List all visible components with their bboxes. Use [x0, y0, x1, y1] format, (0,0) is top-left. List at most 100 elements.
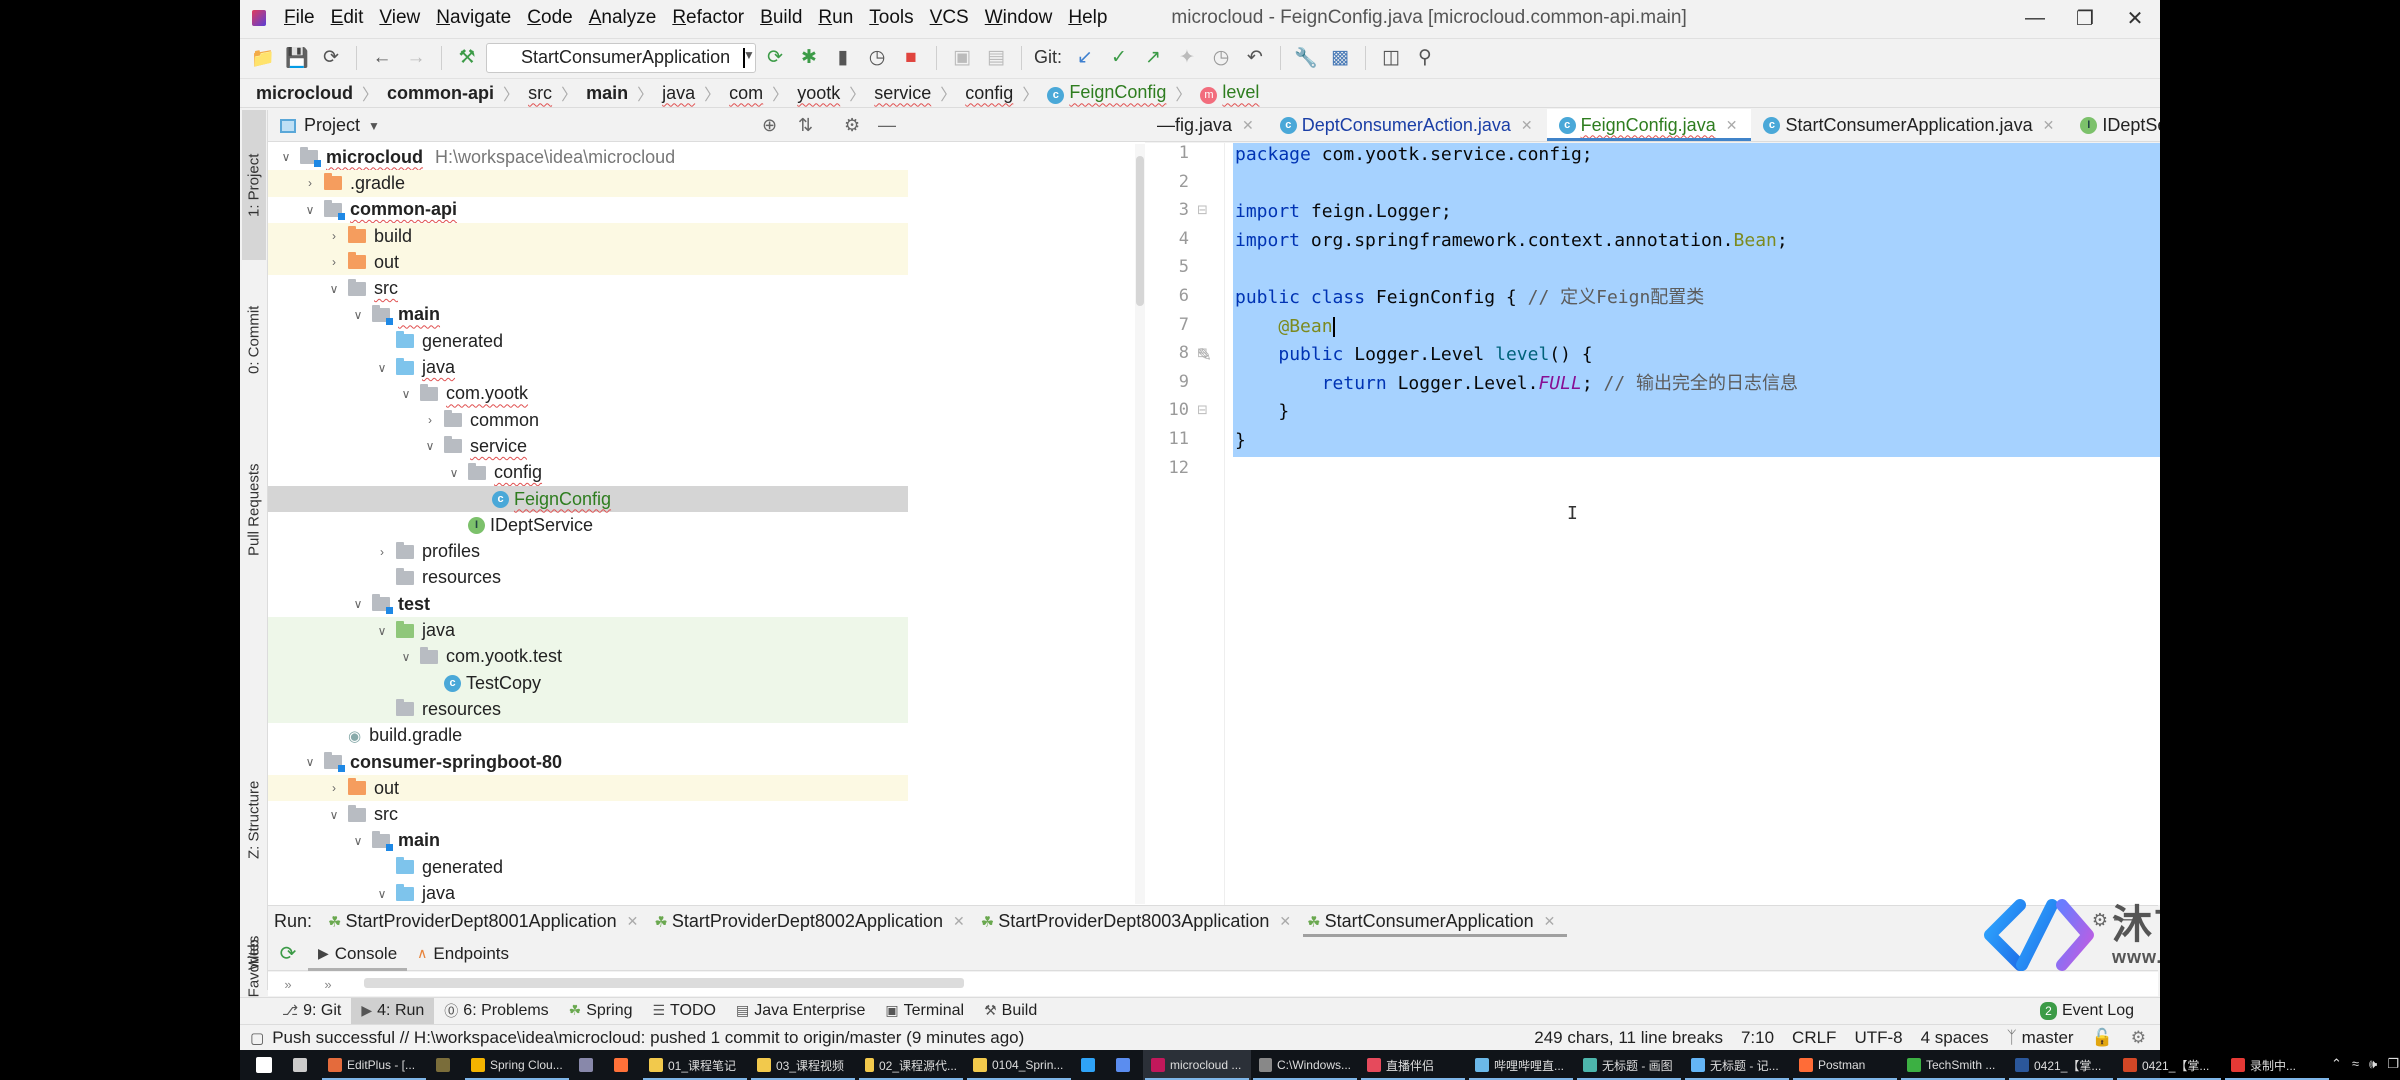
- chevron-right-icon[interactable]: ›: [374, 545, 390, 559]
- taskbar-item[interactable]: 无标题 - 记...: [1683, 1050, 1791, 1080]
- editor-tab[interactable]: c DeptConsumerAction.java ✕: [1268, 109, 1547, 141]
- code-editor[interactable]: package com.yootk.service.config; import …: [1225, 143, 2160, 905]
- taskbar-item[interactable]: [428, 1050, 463, 1080]
- status-message-icon[interactable]: ▢: [250, 1029, 264, 1047]
- menu-tools[interactable]: Tools: [861, 7, 921, 29]
- close-tab-icon[interactable]: ✕: [1726, 117, 1738, 134]
- override-gutter-icon[interactable]: ✎: [1197, 345, 1212, 366]
- run-tab[interactable]: ☘ StartConsumerApplication ✕: [1303, 906, 1568, 938]
- tree-node[interactable]: › build: [268, 222, 908, 250]
- fold-marker-icon[interactable]: ⊟: [1197, 202, 1208, 218]
- file-encoding[interactable]: UTF-8: [1854, 1028, 1902, 1048]
- menu-navigate[interactable]: Navigate: [428, 7, 519, 29]
- menu-edit[interactable]: Edit: [323, 7, 372, 29]
- project-view-selector[interactable]: Project: [304, 115, 360, 136]
- gear-icon[interactable]: ⚙: [844, 115, 860, 136]
- tree-node[interactable]: › profiles: [268, 539, 898, 565]
- run-configuration-select[interactable]: StartConsumerApplication ▼: [486, 42, 756, 73]
- taskbar-item[interactable]: microcloud ...: [1143, 1050, 1251, 1080]
- chevron-down-icon[interactable]: ∨: [350, 308, 366, 322]
- chevron-down-icon[interactable]: ∨: [302, 755, 318, 769]
- taskbar-item[interactable]: C:\Windows...: [1251, 1050, 1359, 1080]
- chevron-down-icon[interactable]: ∨: [398, 387, 414, 401]
- taskbar-item[interactable]: [571, 1050, 606, 1080]
- menu-run[interactable]: Run: [810, 7, 861, 29]
- menu-window[interactable]: Window: [977, 7, 1061, 29]
- coverage-icon[interactable]: ▮: [828, 43, 858, 73]
- taskbar-item[interactable]: 03_课程视频: [749, 1050, 857, 1080]
- search-icon[interactable]: ⚲: [1410, 43, 1440, 73]
- chevron-down-icon[interactable]: ∨: [326, 282, 342, 296]
- chevron-right-icon[interactable]: ›: [326, 255, 342, 269]
- chevron-right-icon[interactable]: ›: [422, 413, 438, 427]
- breadcrumb-item[interactable]: yootk: [797, 83, 840, 104]
- close-tab-icon[interactable]: ✕: [627, 913, 639, 930]
- tree-node[interactable]: generated: [268, 328, 898, 354]
- back-icon[interactable]: ←: [367, 43, 397, 73]
- tree-node[interactable]: ◉ build.gradle: [268, 723, 898, 749]
- tool-tab-structure[interactable]: Z: Structure: [242, 750, 266, 890]
- console-output[interactable]: » »: [268, 972, 2158, 996]
- breadcrumb-item[interactable]: c FeignConfig: [1047, 82, 1166, 104]
- taskbar-item[interactable]: 0421_【掌...: [2007, 1050, 2115, 1080]
- breadcrumb-item[interactable]: java: [662, 83, 695, 104]
- chevron-right-icon[interactable]: ›: [326, 229, 342, 243]
- taskbar-item[interactable]: 02_课程源代...: [857, 1050, 965, 1080]
- chevron-right-icon[interactable]: ›: [302, 176, 318, 190]
- tree-node[interactable]: ∨ src: [268, 276, 898, 302]
- read-only-lock-icon[interactable]: 🔓: [2092, 1028, 2113, 1048]
- chevron-down-icon[interactable]: ∨: [278, 150, 294, 164]
- wifi-icon[interactable]: ≈: [2352, 1056, 2359, 1075]
- breadcrumb-item[interactable]: common-api: [387, 83, 494, 104]
- tree-node[interactable]: ∨ main: [268, 828, 898, 854]
- taskbar-item[interactable]: 0421_【掌...: [2115, 1050, 2223, 1080]
- tree-node[interactable]: ∨ src: [268, 802, 898, 828]
- tree-node[interactable]: c FeignConfig: [268, 485, 908, 513]
- tool-window-build[interactable]: ⚒ Build: [974, 998, 1047, 1024]
- tree-node[interactable]: › .gradle: [268, 170, 908, 197]
- tree-node[interactable]: ∨ java: [268, 354, 898, 380]
- taskbar-item[interactable]: Spring Clou...: [463, 1050, 571, 1080]
- taskbar-item[interactable]: 录制中...: [2223, 1050, 2331, 1080]
- tool-window-run[interactable]: ▶ 4: Run: [351, 997, 435, 1024]
- close-button[interactable]: ✕: [2110, 0, 2160, 36]
- minimize-button[interactable]: —: [2010, 0, 2060, 36]
- tree-node[interactable]: ∨ service: [268, 433, 898, 459]
- taskbar-item[interactable]: [248, 1050, 285, 1080]
- menu-help[interactable]: Help: [1060, 7, 1115, 29]
- taskbar-item[interactable]: 01_课程笔记: [641, 1050, 749, 1080]
- scrollbar-thumb[interactable]: [1136, 156, 1144, 306]
- chevron-down-icon[interactable]: ∨: [374, 887, 390, 901]
- tool-tab-web[interactable]: Web: [242, 920, 266, 990]
- taskbar-item[interactable]: [1073, 1050, 1108, 1080]
- fold-marker-icon[interactable]: ⊟: [1197, 402, 1208, 418]
- menu-refactor[interactable]: Refactor: [664, 7, 752, 29]
- taskbar-item[interactable]: [285, 1050, 320, 1080]
- run-tab[interactable]: ☘ StartProviderDept8002Application ✕: [650, 906, 976, 938]
- inspection-profile-icon[interactable]: ⚙: [2131, 1028, 2146, 1048]
- tree-node[interactable]: ∨ main: [268, 302, 898, 328]
- taskbar-item[interactable]: [1108, 1050, 1143, 1080]
- tree-node[interactable]: › common: [268, 407, 898, 433]
- forward-icon[interactable]: →: [401, 43, 431, 73]
- taskbar-item[interactable]: 无标题 - 画图: [1575, 1050, 1683, 1080]
- volume-icon[interactable]: 🕪: [2369, 1056, 2377, 1075]
- taskbar-item[interactable]: Postman: [1791, 1050, 1899, 1080]
- git-push-icon[interactable]: ↗: [1138, 43, 1168, 73]
- git-rollback-icon[interactable]: ↶: [1240, 43, 1270, 73]
- collapse-all-icon[interactable]: ⇅: [798, 115, 813, 136]
- console-horizontal-scrollbar[interactable]: [364, 978, 964, 988]
- git-commit-icon[interactable]: ✓: [1104, 43, 1134, 73]
- tool-tab-commit[interactable]: 0: Commit: [242, 270, 266, 410]
- close-tab-icon[interactable]: ✕: [1279, 913, 1291, 930]
- tree-node[interactable]: › out: [268, 249, 908, 276]
- settings-wrench-icon[interactable]: 🔧: [1291, 43, 1321, 73]
- copy-icon[interactable]: ❐: [2387, 1056, 2399, 1075]
- menu-build[interactable]: Build: [752, 7, 810, 29]
- breadcrumb-item[interactable]: m level: [1200, 82, 1259, 104]
- hide-panel-icon[interactable]: —: [878, 115, 896, 136]
- debug-icon[interactable]: ✱: [794, 43, 824, 73]
- line-separator[interactable]: CRLF: [1792, 1028, 1836, 1048]
- tool-window-javaenterprise[interactable]: ▤ Java Enterprise: [726, 998, 875, 1024]
- event-log-button[interactable]: 2 Event Log: [2039, 1001, 2134, 1020]
